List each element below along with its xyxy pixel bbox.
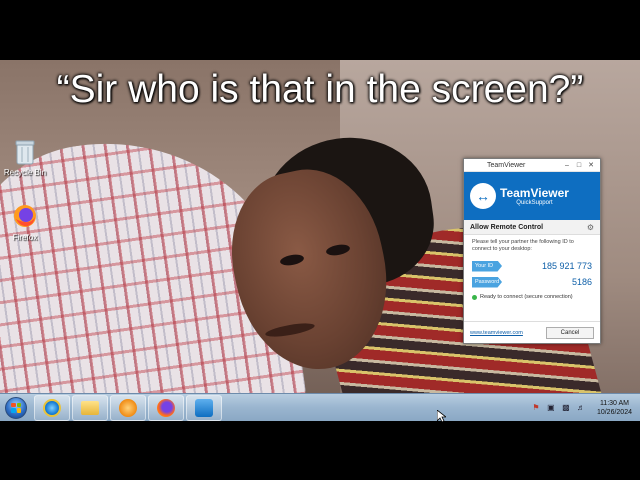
taskbar-teamviewer[interactable]	[186, 394, 222, 421]
window-titlebar[interactable]: TeamViewer – □ ✕	[464, 159, 600, 172]
allow-remote-control-section: Allow Remote Control ⚙	[464, 220, 600, 235]
mouse-cursor-icon	[437, 410, 446, 423]
clock-date: 10/26/2024	[596, 408, 632, 416]
close-button[interactable]: ✕	[585, 161, 597, 169]
display-icon[interactable]: ▩	[561, 403, 571, 413]
firefox-icon	[157, 398, 175, 417]
status-dot-icon	[472, 294, 477, 300]
internet-explorer-icon	[43, 398, 61, 417]
password-row: Password 5186	[472, 275, 592, 289]
flag-icon[interactable]: ⚑	[531, 403, 541, 413]
teamviewer-brand: TeamViewer QuickSupport	[500, 186, 569, 206]
instruction-text: Please tell your partner the following I…	[472, 239, 574, 252]
network-icon[interactable]: ▣	[546, 403, 556, 413]
letterbox-top	[0, 0, 640, 60]
id-value[interactable]: 185 921 773	[502, 261, 592, 271]
desktop-icon-label: Recycle Bin	[3, 168, 47, 177]
teamviewer-website-link[interactable]: www.teamviewer.com	[470, 330, 546, 336]
desktop-icon-label: Firefox	[12, 233, 38, 242]
windows-logo-icon	[5, 396, 27, 419]
product-name: QuickSupport	[516, 200, 553, 206]
section-title: Allow Remote Control	[470, 223, 544, 231]
teamviewer-footer: www.teamviewer.com Cancel	[464, 321, 600, 343]
start-button[interactable]	[0, 394, 32, 422]
gear-icon[interactable]: ⚙	[587, 223, 594, 232]
taskbar-internet-explorer[interactable]	[34, 394, 70, 421]
firefox-icon	[11, 203, 39, 231]
password-label: Password	[472, 276, 502, 288]
media-player-icon	[119, 398, 137, 417]
volume-icon[interactable]: ♬	[576, 403, 586, 413]
password-value[interactable]: 5186	[502, 277, 592, 287]
letterbox-bottom	[0, 421, 640, 480]
id-label: Your ID	[472, 260, 502, 272]
taskbar-clock[interactable]: 11:30 AM 10/26/2024	[597, 399, 632, 417]
status-text: Ready to connect (secure connection)	[480, 294, 573, 300]
teamviewer-window: TeamViewer – □ ✕ ↔ TeamViewer QuickSuppo…	[463, 158, 601, 344]
clock-time: 11:30 AM	[599, 399, 629, 407]
cancel-button[interactable]: Cancel	[546, 326, 594, 339]
meme-caption: “Sir who is that in the screen?”	[56, 68, 584, 111]
teamviewer-icon	[195, 398, 213, 417]
taskbar-firefox[interactable]	[148, 394, 184, 421]
maximize-button[interactable]: □	[573, 162, 585, 169]
id-row: Your ID 185 921 773	[472, 259, 592, 273]
teamviewer-header: ↔ TeamViewer QuickSupport	[464, 172, 600, 220]
taskbar: ⚑ ▣ ▩ ♬ 11:30 AM 10/26/2024	[0, 393, 640, 421]
brand-name: TeamViewer	[500, 186, 569, 200]
desktop-icon-firefox[interactable]: Firefox	[0, 203, 50, 242]
desktop-icon-recycle-bin[interactable]: Recycle Bin	[0, 138, 50, 177]
taskbar-media-player[interactable]	[110, 394, 146, 421]
connection-status: Ready to connect (secure connection)	[472, 294, 592, 300]
teamviewer-logo-icon: ↔	[470, 183, 496, 209]
system-tray: ⚑ ▣ ▩ ♬ 11:30 AM 10/26/2024	[531, 394, 640, 422]
taskbar-file-explorer[interactable]	[72, 394, 108, 421]
folder-icon	[81, 400, 99, 415]
recycle-bin-icon	[11, 138, 39, 166]
teamviewer-body: Please tell your partner the following I…	[464, 235, 600, 304]
window-title: TeamViewer	[487, 161, 526, 169]
minimize-button[interactable]: –	[561, 162, 573, 169]
